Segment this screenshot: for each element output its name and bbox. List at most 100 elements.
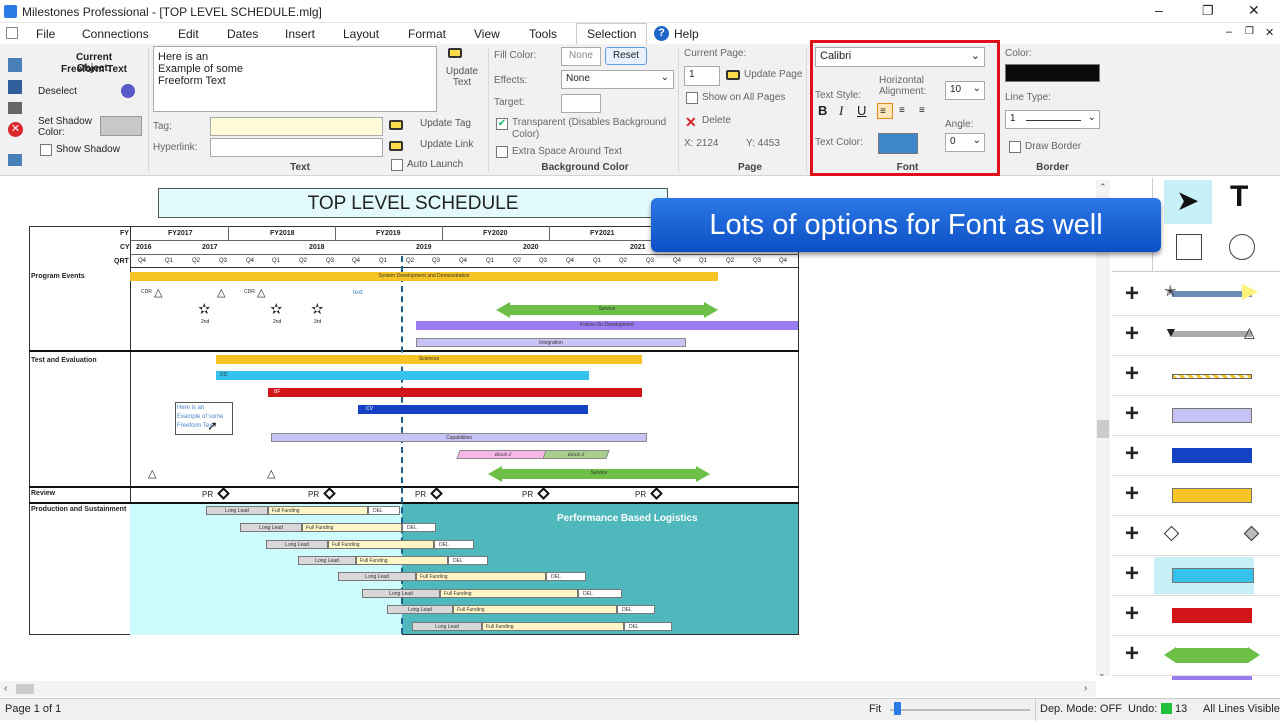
add-symbol-icon[interactable]: + bbox=[1112, 320, 1152, 348]
triangle-milestone-icon[interactable]: △ bbox=[154, 286, 162, 299]
extra-space-checkbox[interactable] bbox=[496, 146, 508, 158]
doc-restore-button[interactable]: ❐ bbox=[1245, 26, 1254, 37]
update-link-button[interactable]: Update Link bbox=[420, 139, 473, 150]
deselect-label[interactable]: Deselect bbox=[38, 86, 77, 97]
symbol-row[interactable]: + ▼ △ bbox=[1112, 316, 1280, 356]
triangle-milestone-icon[interactable]: △ bbox=[217, 286, 225, 299]
schedule-canvas[interactable]: TOP LEVEL SCHEDULE FY CY QRT FY2017 FY20… bbox=[0, 178, 1110, 697]
symbol-row[interactable]: + bbox=[1112, 436, 1280, 476]
lines-visible-status[interactable]: All Lines Visible bbox=[1203, 703, 1280, 715]
production-row[interactable]: Long Lead Full Funding DEL bbox=[387, 605, 655, 614]
bar-block3[interactable]: Block 3 bbox=[542, 450, 610, 459]
add-symbol-icon[interactable]: + bbox=[1112, 440, 1152, 468]
scroll-thumb[interactable] bbox=[1097, 420, 1109, 438]
bar-sciences[interactable]: Sciences bbox=[216, 355, 642, 364]
triangle-milestone-icon[interactable]: △ bbox=[148, 467, 156, 480]
scroll-left-icon[interactable]: ‹ bbox=[4, 683, 7, 694]
add-symbol-icon[interactable]: + bbox=[1112, 520, 1152, 548]
reset-button[interactable]: Reset bbox=[605, 47, 647, 65]
menu-view[interactable]: View bbox=[474, 27, 500, 41]
add-symbol-icon[interactable]: + bbox=[1112, 480, 1152, 508]
fill-color-value[interactable]: None bbox=[561, 47, 601, 66]
symbol-row[interactable]: + bbox=[1112, 636, 1280, 676]
production-row[interactable]: Long Lead Full Funding DEL bbox=[240, 523, 436, 532]
freeform-text-object[interactable]: Here is an Example of some Freeform Text bbox=[175, 402, 233, 435]
menu-file[interactable]: File bbox=[36, 27, 55, 41]
bar-service[interactable]: Service bbox=[510, 305, 704, 315]
menu-format[interactable]: Format bbox=[408, 27, 446, 41]
zoom-slider-track[interactable] bbox=[890, 709, 1030, 711]
symbol-row[interactable]: + bbox=[1112, 396, 1280, 436]
update-tag-button[interactable]: Update Tag bbox=[420, 118, 471, 129]
horizontal-scrollbar[interactable]: ‹ › bbox=[0, 681, 1096, 697]
transparent-checkbox[interactable]: ✔ bbox=[496, 118, 508, 130]
menu-edit[interactable]: Edit bbox=[178, 27, 199, 41]
scroll-thumb[interactable] bbox=[16, 684, 34, 694]
section-production[interactable]: Production and Sustainment bbox=[31, 506, 126, 513]
menu-selection[interactable]: Selection bbox=[576, 23, 648, 44]
triangle-milestone-icon[interactable]: △ bbox=[257, 286, 265, 299]
production-row[interactable]: Long Lead Full Funding DEL bbox=[338, 572, 586, 581]
menu-insert[interactable]: Insert bbox=[285, 27, 315, 41]
effects-select[interactable]: None ⌄ bbox=[561, 70, 674, 89]
zoom-slider-thumb[interactable] bbox=[894, 702, 901, 715]
menu-connections[interactable]: Connections bbox=[82, 27, 149, 41]
show-shadow-checkbox[interactable] bbox=[40, 144, 52, 156]
minimize-button[interactable]: – bbox=[1155, 2, 1163, 18]
save-icon[interactable] bbox=[8, 80, 22, 94]
section-review[interactable]: Review bbox=[31, 490, 55, 497]
bar-bf[interactable]: BF bbox=[268, 388, 642, 397]
triangle-milestone-icon[interactable]: △ bbox=[267, 467, 275, 480]
bar-integration[interactable]: Integration bbox=[416, 338, 686, 347]
symbol-row[interactable] bbox=[1112, 676, 1280, 680]
current-page-input[interactable]: 1 bbox=[684, 66, 720, 86]
bar-service2[interactable]: Service bbox=[502, 469, 696, 479]
line-type-select[interactable]: 1 ⌄ bbox=[1005, 110, 1100, 129]
symbol-row[interactable]: + ✭ bbox=[1112, 276, 1280, 316]
rectangle-tool-icon[interactable] bbox=[1176, 234, 1202, 260]
menu-dates[interactable]: Dates bbox=[227, 27, 258, 41]
hyperlink-input[interactable] bbox=[210, 138, 383, 157]
toolbar-options-icon[interactable] bbox=[8, 154, 22, 166]
menu-help[interactable]: Help bbox=[674, 27, 699, 41]
add-symbol-icon[interactable]: + bbox=[1112, 280, 1152, 308]
production-row[interactable]: Long Lead Full Funding DEL bbox=[412, 622, 672, 631]
doc-close-button[interactable]: ✕ bbox=[1265, 26, 1274, 39]
production-row[interactable]: Long Lead Full Funding DEL bbox=[266, 540, 474, 549]
auto-launch-checkbox[interactable] bbox=[391, 159, 403, 171]
border-color-swatch[interactable] bbox=[1005, 64, 1100, 82]
production-row[interactable]: Long Lead Full Funding DEL bbox=[362, 589, 622, 598]
bar-block2[interactable]: Block 2 bbox=[456, 450, 550, 459]
print-icon[interactable] bbox=[8, 102, 22, 114]
symbol-row[interactable]: + bbox=[1112, 516, 1280, 556]
zoom-fit-label[interactable]: Fit bbox=[869, 703, 881, 715]
delete-icon[interactable]: ✕ bbox=[8, 122, 23, 137]
menu-tools[interactable]: Tools bbox=[529, 27, 557, 41]
update-page-button[interactable]: Update Page bbox=[744, 69, 802, 80]
update-text-button[interactable]: Update Text bbox=[441, 66, 483, 88]
bar-sdd[interactable]: System Development and Demonstration bbox=[130, 272, 718, 281]
close-button[interactable]: ✕ bbox=[1248, 2, 1260, 19]
star-milestone-icon[interactable]: ✫ bbox=[311, 300, 324, 318]
scroll-down-icon[interactable]: ⌄ bbox=[1098, 668, 1106, 679]
circle-tool-icon[interactable] bbox=[1229, 234, 1255, 260]
delete-x-icon[interactable]: ✕ bbox=[685, 114, 697, 131]
dep-mode-status[interactable]: Dep. Mode: OFF bbox=[1040, 703, 1122, 715]
target-swatch[interactable] bbox=[561, 94, 601, 113]
add-symbol-icon[interactable]: + bbox=[1112, 400, 1152, 428]
help-icon[interactable]: ? bbox=[654, 26, 669, 41]
section-program-events[interactable]: Program Events bbox=[31, 273, 85, 280]
bar-fod[interactable]: Follow-On Development bbox=[416, 321, 798, 330]
update-tag-icon[interactable] bbox=[389, 120, 403, 130]
star-milestone-icon[interactable]: ✫ bbox=[270, 300, 283, 318]
vertical-scrollbar[interactable]: ⌃ bbox=[1096, 180, 1110, 676]
add-symbol-icon[interactable]: + bbox=[1112, 600, 1152, 628]
maximize-button[interactable]: ❐ bbox=[1202, 3, 1214, 19]
symbol-row[interactable]: + bbox=[1112, 556, 1280, 596]
production-row[interactable]: Long Lead Full Funding DEL bbox=[206, 506, 400, 515]
add-symbol-icon[interactable]: + bbox=[1112, 360, 1152, 388]
bar-capabilities[interactable]: Capabilities bbox=[271, 433, 647, 442]
add-symbol-icon[interactable]: + bbox=[1112, 560, 1152, 588]
scroll-up-icon[interactable]: ⌃ bbox=[1099, 182, 1107, 193]
bar-cv[interactable]: CV bbox=[358, 405, 588, 414]
